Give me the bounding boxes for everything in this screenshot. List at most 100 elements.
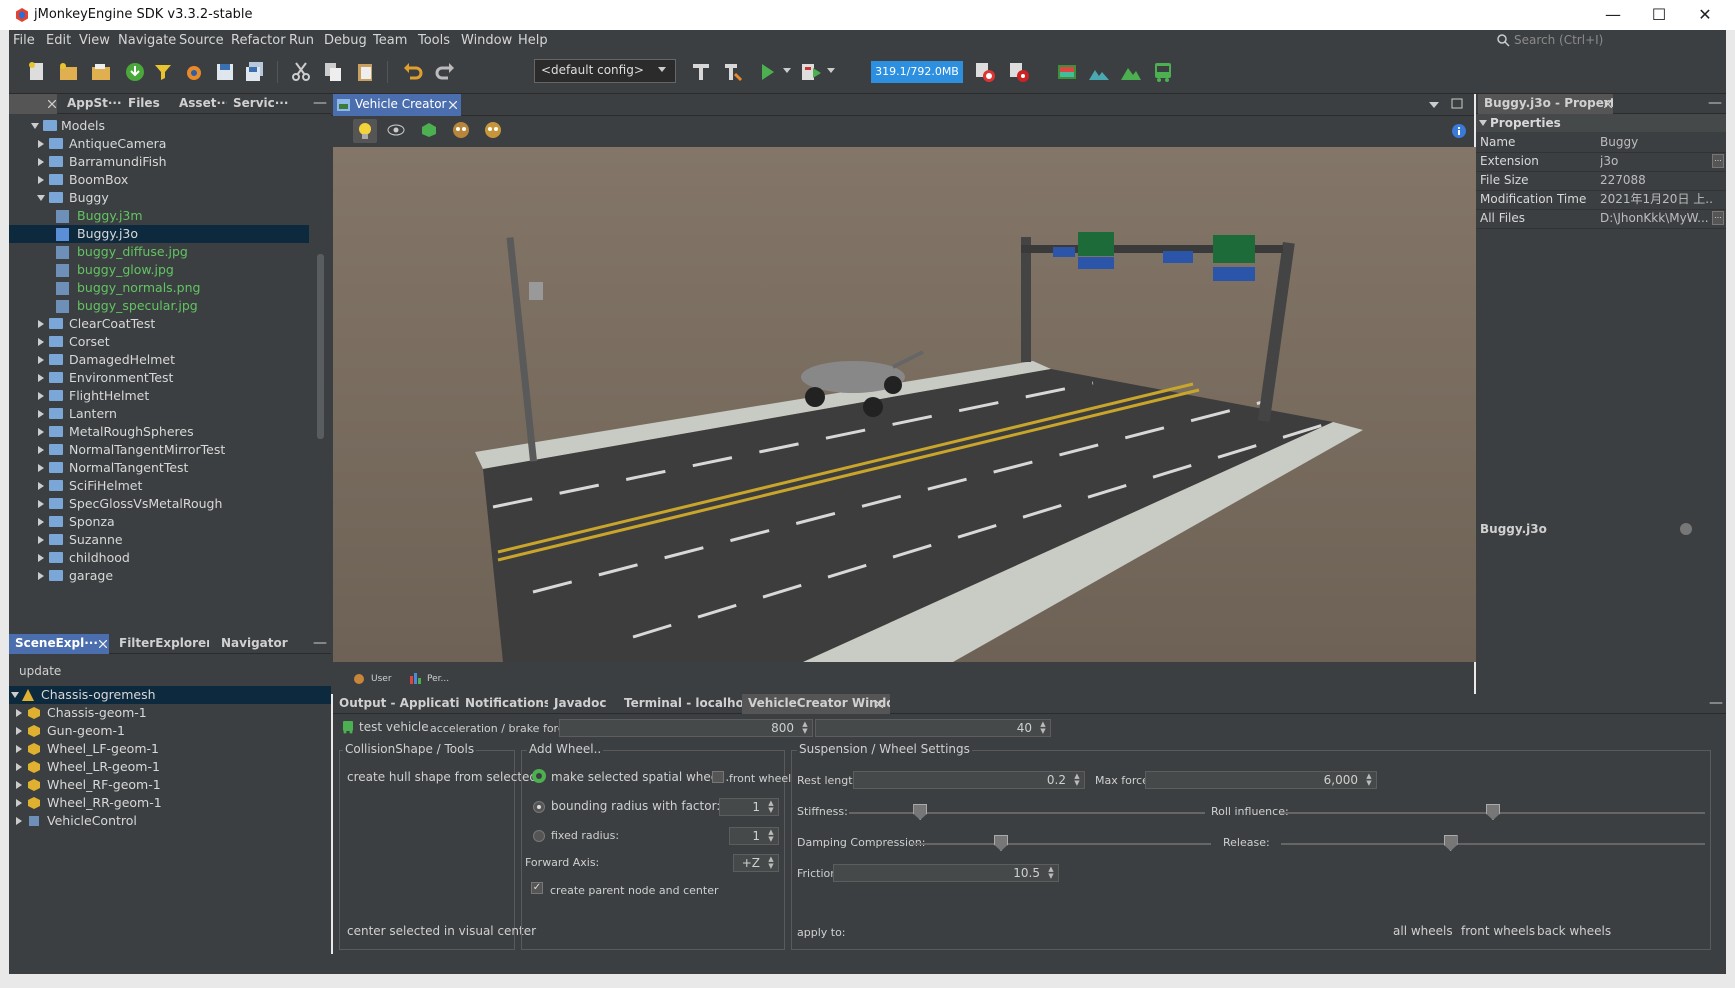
tree-item[interactable]: AntiqueCamera: [9, 135, 309, 153]
test-vehicle-button[interactable]: test vehicle: [359, 720, 429, 734]
spinner-arrows-icon[interactable]: ▲ ▼: [800, 721, 810, 735]
tab-vehicle-creator[interactable]: Vehicle Creator: [333, 94, 461, 116]
chevron-right-icon[interactable]: [15, 781, 23, 789]
chevron-right-icon[interactable]: [37, 518, 45, 526]
tree-item[interactable]: Suzanne: [9, 531, 309, 549]
tree-item[interactable]: DamagedHelmet: [9, 351, 309, 369]
chevron-down-icon[interactable]: [1479, 120, 1487, 127]
tree-item[interactable]: Sponza: [9, 513, 309, 531]
tab-services[interactable]: Servic···: [227, 94, 289, 114]
roll-influence-slider[interactable]: [1281, 804, 1705, 820]
spinner-arrows-icon[interactable]: ▲ ▼: [766, 829, 776, 843]
scene-node[interactable]: Wheel_LR-geom-1: [9, 758, 331, 776]
fixed-radius-radio[interactable]: [533, 830, 545, 842]
tree-item[interactable]: NormalTangentTest: [9, 459, 309, 477]
bounding-factor-spinner[interactable]: 1 ▲ ▼: [719, 798, 779, 816]
chevron-right-icon[interactable]: [37, 356, 45, 364]
bounding-radius-radio[interactable]: [533, 801, 545, 813]
forward-axis-spinner[interactable]: +Z ▲ ▼: [733, 854, 779, 872]
tree-item[interactable]: buggy_normals.png: [9, 279, 309, 297]
chevron-right-icon[interactable]: [37, 536, 45, 544]
blender-icon[interactable]: [181, 60, 205, 84]
tree-item[interactable]: Lantern: [9, 405, 309, 423]
menu-run[interactable]: Run: [289, 33, 314, 48]
vehicle-icon[interactable]: [1151, 60, 1175, 84]
memory-indicator[interactable]: 319.1/792.0MB: [871, 61, 963, 83]
close-icon[interactable]: [48, 100, 56, 108]
tab-properties[interactable]: Buggy.j3o - Properties: [1478, 94, 1613, 114]
chevron-right-icon[interactable]: [15, 763, 23, 771]
3d-viewport[interactable]: [333, 147, 1476, 662]
chevron-right-icon[interactable]: [37, 374, 45, 382]
tree-item[interactable]: Buggy.j3m: [9, 207, 309, 225]
property-row[interactable]: Modification Time 2021年1月20日 上...: [1476, 189, 1726, 210]
chevron-right-icon[interactable]: [37, 158, 45, 166]
minimize-panel-button[interactable]: —: [1708, 95, 1722, 111]
cube-icon[interactable]: [421, 122, 437, 138]
stiffness-slider[interactable]: [849, 804, 1205, 820]
image-icon[interactable]: [1055, 60, 1079, 84]
redo-icon[interactable]: [433, 60, 457, 84]
tab-vehiclecreator-window[interactable]: VehicleCreator Window: [742, 694, 890, 714]
chevron-right-icon[interactable]: [37, 446, 45, 454]
profile-icon[interactable]: [973, 60, 997, 84]
minimize-panel-button[interactable]: —: [313, 95, 327, 111]
spinner-arrows-icon[interactable]: ▲ ▼: [766, 856, 776, 870]
info-icon[interactable]: [1451, 123, 1467, 139]
menu-file[interactable]: File: [13, 33, 35, 48]
maximize-icon[interactable]: [1451, 98, 1463, 109]
tree-item[interactable]: BarramundiFish: [9, 153, 309, 171]
chevron-right-icon[interactable]: [37, 572, 45, 580]
chevron-right-icon[interactable]: [37, 392, 45, 400]
close-icon[interactable]: [449, 101, 457, 109]
menu-help[interactable]: Help: [518, 33, 548, 48]
chevron-right-icon[interactable]: [15, 817, 23, 825]
make-wheel-button[interactable]: make selected spatial wheel..: [551, 770, 729, 784]
tab-javadoc[interactable]: Javadoc: [548, 694, 618, 714]
menu-view[interactable]: View: [79, 33, 110, 48]
chevron-down-icon[interactable]: [37, 194, 45, 202]
chevron-down-icon[interactable]: [783, 68, 791, 74]
tree-item[interactable]: EnvironmentTest: [9, 369, 309, 387]
scene-node[interactable]: VehicleControl: [9, 812, 331, 830]
menu-debug[interactable]: Debug: [324, 33, 367, 48]
tree-item[interactable]: MetalRoughSpheres: [9, 423, 309, 441]
tree-item[interactable]: NormalTangentMirrorTest: [9, 441, 309, 459]
chevron-right-icon[interactable]: [37, 320, 45, 328]
build-icon[interactable]: [689, 60, 713, 84]
front-wheel-checkbox[interactable]: [712, 771, 724, 783]
menu-tools[interactable]: Tools: [418, 33, 450, 48]
scene-node[interactable]: Chassis-geom-1: [9, 704, 331, 722]
monkey-icon[interactable]: [483, 121, 503, 139]
create-parent-checkbox[interactable]: ✓: [531, 882, 543, 894]
download-icon[interactable]: [123, 60, 147, 84]
run-icon[interactable]: [755, 60, 779, 84]
menu-team[interactable]: Team: [373, 33, 407, 48]
create-hull-button[interactable]: create hull shape from selected: [347, 770, 537, 784]
chevron-right-icon[interactable]: [15, 745, 23, 753]
tab-notifications[interactable]: Notifications: [459, 694, 548, 714]
spinner-arrows-icon[interactable]: ▲ ▼: [1072, 773, 1082, 787]
monkey-icon[interactable]: [451, 121, 471, 139]
brake-spinner[interactable]: 40 ▲ ▼: [815, 719, 1051, 737]
tree-item[interactable]: BoomBox: [9, 171, 309, 189]
undo-icon[interactable]: [401, 60, 425, 84]
spinner-arrows-icon[interactable]: ▲ ▼: [1038, 721, 1048, 735]
chevron-right-icon[interactable]: [37, 338, 45, 346]
scene-node[interactable]: Wheel_RR-geom-1: [9, 794, 331, 812]
chevron-right-icon[interactable]: [37, 464, 45, 472]
menu-source[interactable]: Source: [179, 33, 224, 48]
help-icon[interactable]: [1679, 522, 1693, 536]
new-project-icon[interactable]: [57, 60, 81, 84]
paste-icon[interactable]: [353, 60, 377, 84]
maximize-button[interactable]: ☐: [1636, 0, 1682, 30]
tab-list-icon[interactable]: [1429, 102, 1439, 108]
tree-item[interactable]: buggy_specular.jpg: [9, 297, 309, 315]
tab-assets[interactable]: Asset···: [173, 94, 227, 114]
menu-window[interactable]: Window: [461, 33, 512, 48]
tab-scene-explorer[interactable]: SceneExpl···: [9, 634, 109, 654]
debug-icon[interactable]: [799, 60, 823, 84]
tree-item[interactable]: Buggy.j3o: [9, 225, 309, 243]
chevron-right-icon[interactable]: [37, 428, 45, 436]
scene-node[interactable]: Wheel_LF-geom-1: [9, 740, 331, 758]
